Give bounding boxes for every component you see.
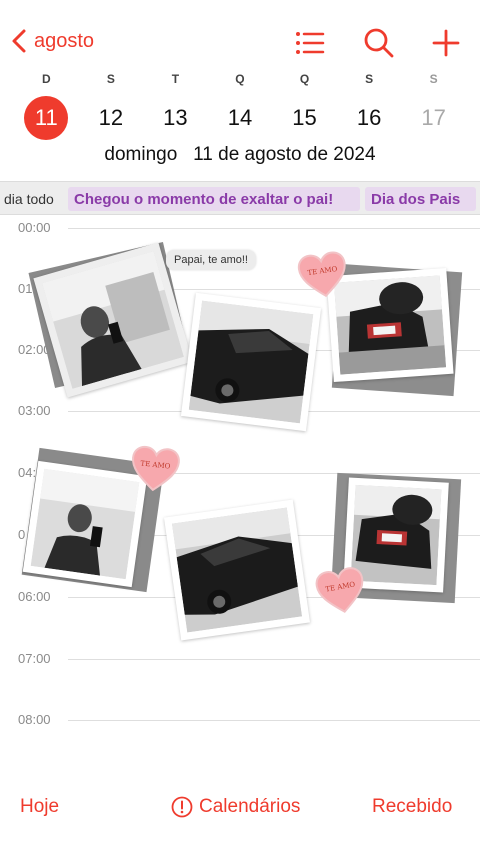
hour-label: 04: (18, 465, 37, 480)
weekday-label: Q (299, 72, 310, 86)
heart-sticker: TE AMO (295, 249, 351, 302)
all-day-event[interactable]: Chegou o momento de exaltar o pai! (68, 187, 360, 211)
hour-label: 00:00 (18, 220, 51, 235)
bottom-toolbar: Hoje Calendários Recebido (0, 788, 480, 828)
hour-label: 0 (18, 527, 26, 542)
photo-car (180, 292, 322, 432)
chevron-left-icon (12, 29, 26, 53)
heart-sticker: TE AMO (312, 564, 369, 618)
calendars-label: Calendários (199, 796, 301, 817)
all-day-row: dia todo Chegou o momento de exaltar o p… (0, 181, 480, 215)
hour-line (68, 228, 480, 229)
heart-sticker: TE AMO (128, 444, 183, 495)
weekday-label: D (41, 72, 51, 86)
hour-line (68, 720, 480, 721)
alert-circle-icon (171, 796, 193, 818)
navigation-bar: agosto (0, 0, 480, 70)
all-day-event[interactable]: Dia dos Pais (365, 187, 476, 211)
weekday-label: Q (235, 72, 245, 86)
list-icon[interactable] (294, 27, 326, 59)
caption-bubble: Papai, te amo!! (166, 250, 256, 270)
search-icon[interactable] (363, 27, 395, 59)
today-button[interactable]: Hoje (20, 796, 59, 818)
plus-icon[interactable] (430, 27, 462, 59)
date-cell[interactable]: 17 (401, 96, 466, 140)
selected-date: 11 (24, 96, 69, 140)
date-cell[interactable]: 13 (143, 96, 208, 140)
hour-label: 08:00 (18, 712, 51, 727)
date-cell[interactable]: 14 (208, 96, 273, 140)
date-cell[interactable]: 16 (337, 96, 402, 140)
week-dates: 11 12 13 14 15 16 17 (14, 96, 466, 140)
photo-car-2 (164, 499, 310, 641)
inbox-button[interactable]: Recebido (372, 796, 452, 818)
calendars-button[interactable]: Calendários (171, 796, 300, 818)
full-date-label: domingo 11 de agosto de 2024 (104, 144, 376, 165)
hour-line (68, 659, 480, 660)
back-button[interactable]: agosto (10, 28, 94, 54)
date-cell-selected[interactable]: 11 (14, 96, 79, 140)
weekday-label: T (171, 72, 180, 86)
weekday-label: S (106, 72, 115, 86)
date-cell[interactable]: 15 (272, 96, 337, 140)
hour-label: 07:00 (18, 651, 51, 666)
date-cell[interactable]: 12 (79, 96, 144, 140)
back-label: agosto (34, 29, 95, 52)
hour-label: 06:00 (18, 589, 51, 604)
hour-label: 03:00 (18, 403, 51, 418)
all-day-label: dia todo (4, 191, 54, 207)
weekday-header: D S T Q Q S S (14, 72, 466, 86)
weekday-label: S (429, 72, 438, 86)
weekday-label: S (365, 72, 374, 86)
